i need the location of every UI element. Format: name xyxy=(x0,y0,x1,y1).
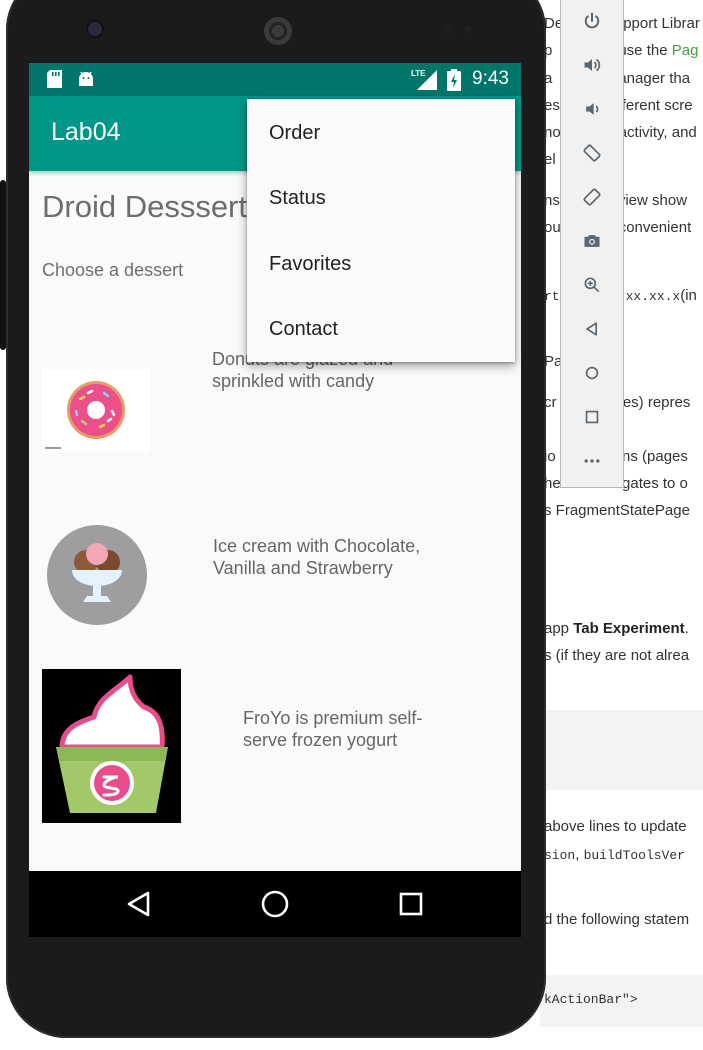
froyo-description: FroYo is premium self- serve frozen yogu… xyxy=(243,708,423,750)
menu-item-order[interactable]: Order xyxy=(247,101,515,166)
camera-icon[interactable] xyxy=(561,226,623,256)
code-block xyxy=(540,710,703,790)
rotate-right-icon[interactable] xyxy=(561,182,623,212)
light-sensor xyxy=(464,25,472,33)
volume-up-icon[interactable] xyxy=(561,50,623,80)
overflow-menu: Order Status Favorites Contact xyxy=(247,99,515,362)
menu-item-status[interactable]: Status xyxy=(247,166,515,231)
ice-cream-image[interactable] xyxy=(46,524,148,626)
rotate-left-icon[interactable] xyxy=(561,138,623,168)
doc-line: app Tab Experiment. xyxy=(544,620,689,637)
nav-back-icon[interactable] xyxy=(119,885,159,923)
code-line: kActionBar"> xyxy=(544,992,638,1007)
front-camera xyxy=(88,22,102,36)
page-title: Droid Desssert xyxy=(42,189,247,224)
network-label: LTE xyxy=(411,69,426,78)
code-block: kActionBar"> xyxy=(540,975,703,1027)
phone-screen: LTE 9:43 Lab04 Droid Desssert Choose a d… xyxy=(29,63,521,937)
menu-item-contact[interactable]: Contact xyxy=(247,297,515,362)
froyo-image[interactable] xyxy=(42,669,181,823)
status-bar: LTE 9:43 xyxy=(29,63,521,96)
android-icon xyxy=(77,70,95,93)
volume-down-icon[interactable] xyxy=(561,94,623,124)
doc-line: d the following statem xyxy=(544,911,690,928)
page-subtitle: Choose a dessert xyxy=(42,260,184,280)
donut-image[interactable] xyxy=(42,369,150,452)
doc-link[interactable]: Pag xyxy=(672,42,699,59)
doc-line: above lines to update xyxy=(544,818,687,835)
doc-line: s (if they are not alrea xyxy=(544,647,690,664)
sd-card-icon xyxy=(47,70,62,93)
more-icon[interactable] xyxy=(561,446,623,476)
lte-signal-icon: LTE xyxy=(411,68,439,95)
emulator-toolbar xyxy=(560,0,624,488)
app-title: Lab04 xyxy=(51,118,121,146)
earpiece-speaker xyxy=(264,17,292,45)
home-icon[interactable] xyxy=(561,358,623,388)
clock: 9:43 xyxy=(472,68,509,89)
overview-icon[interactable] xyxy=(561,402,623,432)
proximity-sensor xyxy=(444,25,452,33)
side-button[interactable] xyxy=(0,180,6,350)
zoom-icon[interactable] xyxy=(561,270,623,300)
doc-line: sion, buildToolsVer xyxy=(544,846,685,863)
nav-home-icon[interactable] xyxy=(255,885,295,923)
battery-icon xyxy=(447,69,461,96)
back-icon[interactable] xyxy=(561,314,623,344)
system-nav-bar xyxy=(29,871,521,937)
nav-overview-icon[interactable] xyxy=(391,885,431,923)
menu-item-favorites[interactable]: Favorites xyxy=(247,232,515,297)
power-icon[interactable] xyxy=(561,6,623,36)
ice-cream-description: Ice cream with Chocolate, Vanilla and St… xyxy=(213,536,421,578)
doc-line: s FragmentStatePage xyxy=(544,502,690,519)
